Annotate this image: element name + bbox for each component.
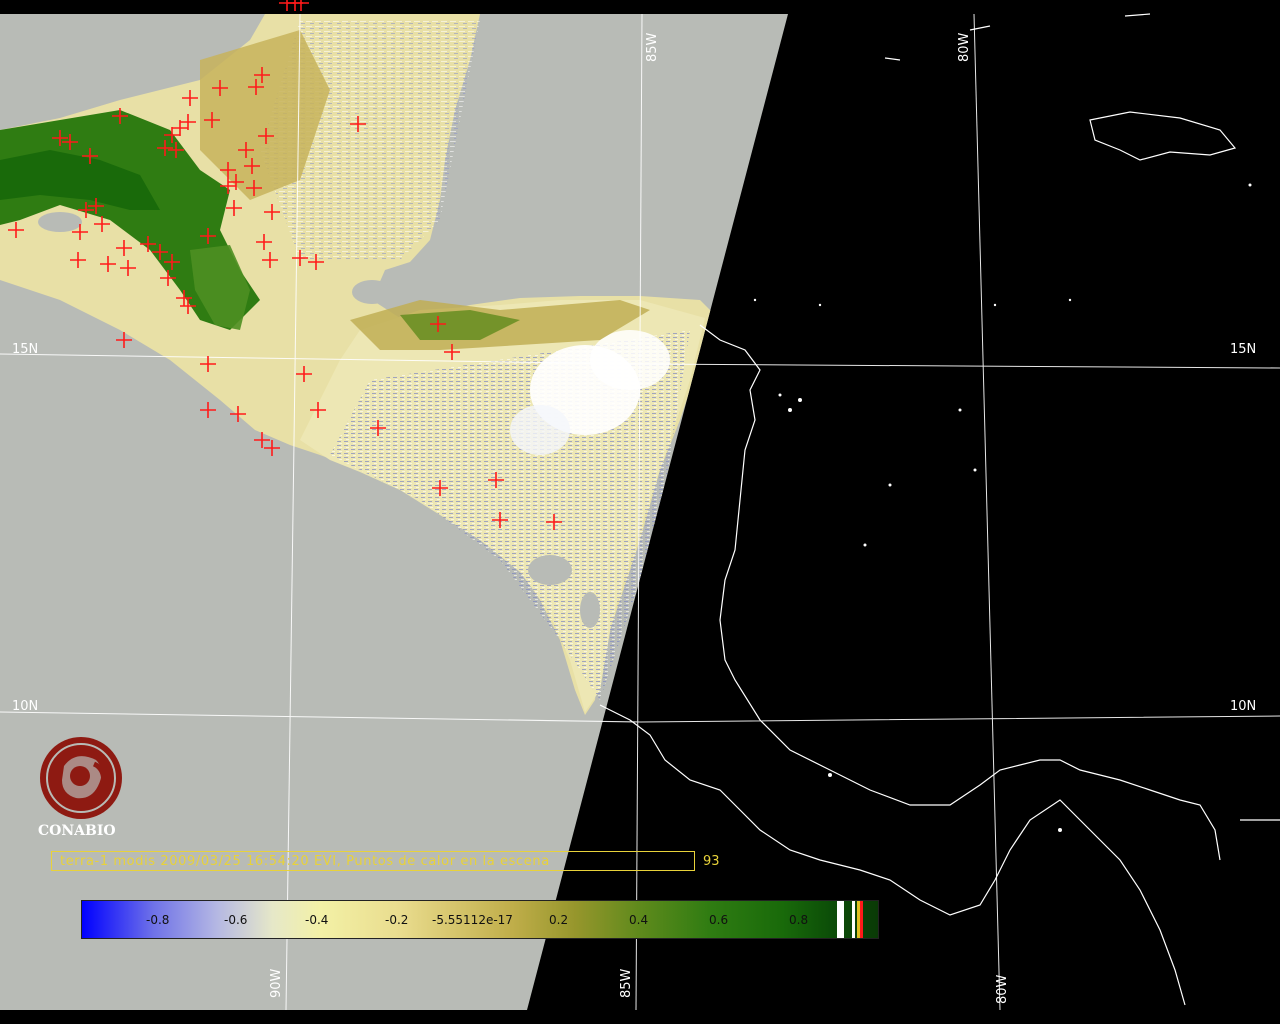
grid-label-80w-top: 80W [957,32,972,62]
logo-text: CONABIO [38,823,116,839]
colorbar-label: 0.6 [709,913,729,927]
colorbar-label: -0.6 [224,913,248,927]
conabio-logo-icon [40,737,122,819]
colorbar-label: -0.8 [146,913,170,927]
grid-label-90w-bottom: 90W [269,968,284,998]
colorbar-label: 0.2 [549,913,569,927]
scene-caption: terra-1 modis 2009/03/25 16:54:20 EVI, P… [60,854,550,869]
grid-label-10n-right: 10N [1230,699,1257,714]
small-islands [753,183,1252,832]
colorbar-label: 0.8 [789,913,809,927]
meridian-80w [973,13,1001,1011]
grid-label-80w-bottom: 80W [995,974,1010,1004]
colorbar-label: -0.2 [385,913,409,927]
grid-label-85w-bottom: 85W [619,968,634,998]
map-viewer: 85W 80W 15N 15N 10N 10N 90W 85W 80W CONA… [0,0,1280,1024]
colorbar-label: -0.4 [305,913,329,927]
grid-label-15n-left: 15N [12,342,39,357]
colorbar-label: 0.4 [629,913,649,927]
top-band [0,0,1280,14]
hotspot-count: 93 [703,854,720,869]
grid-label-15n-right: 15N [1230,342,1257,357]
grid-label-85w-top: 85W [645,32,660,62]
grid-label-10n-left: 10N [12,699,39,714]
colorbar-label: -5.55112e-17 [432,913,513,927]
